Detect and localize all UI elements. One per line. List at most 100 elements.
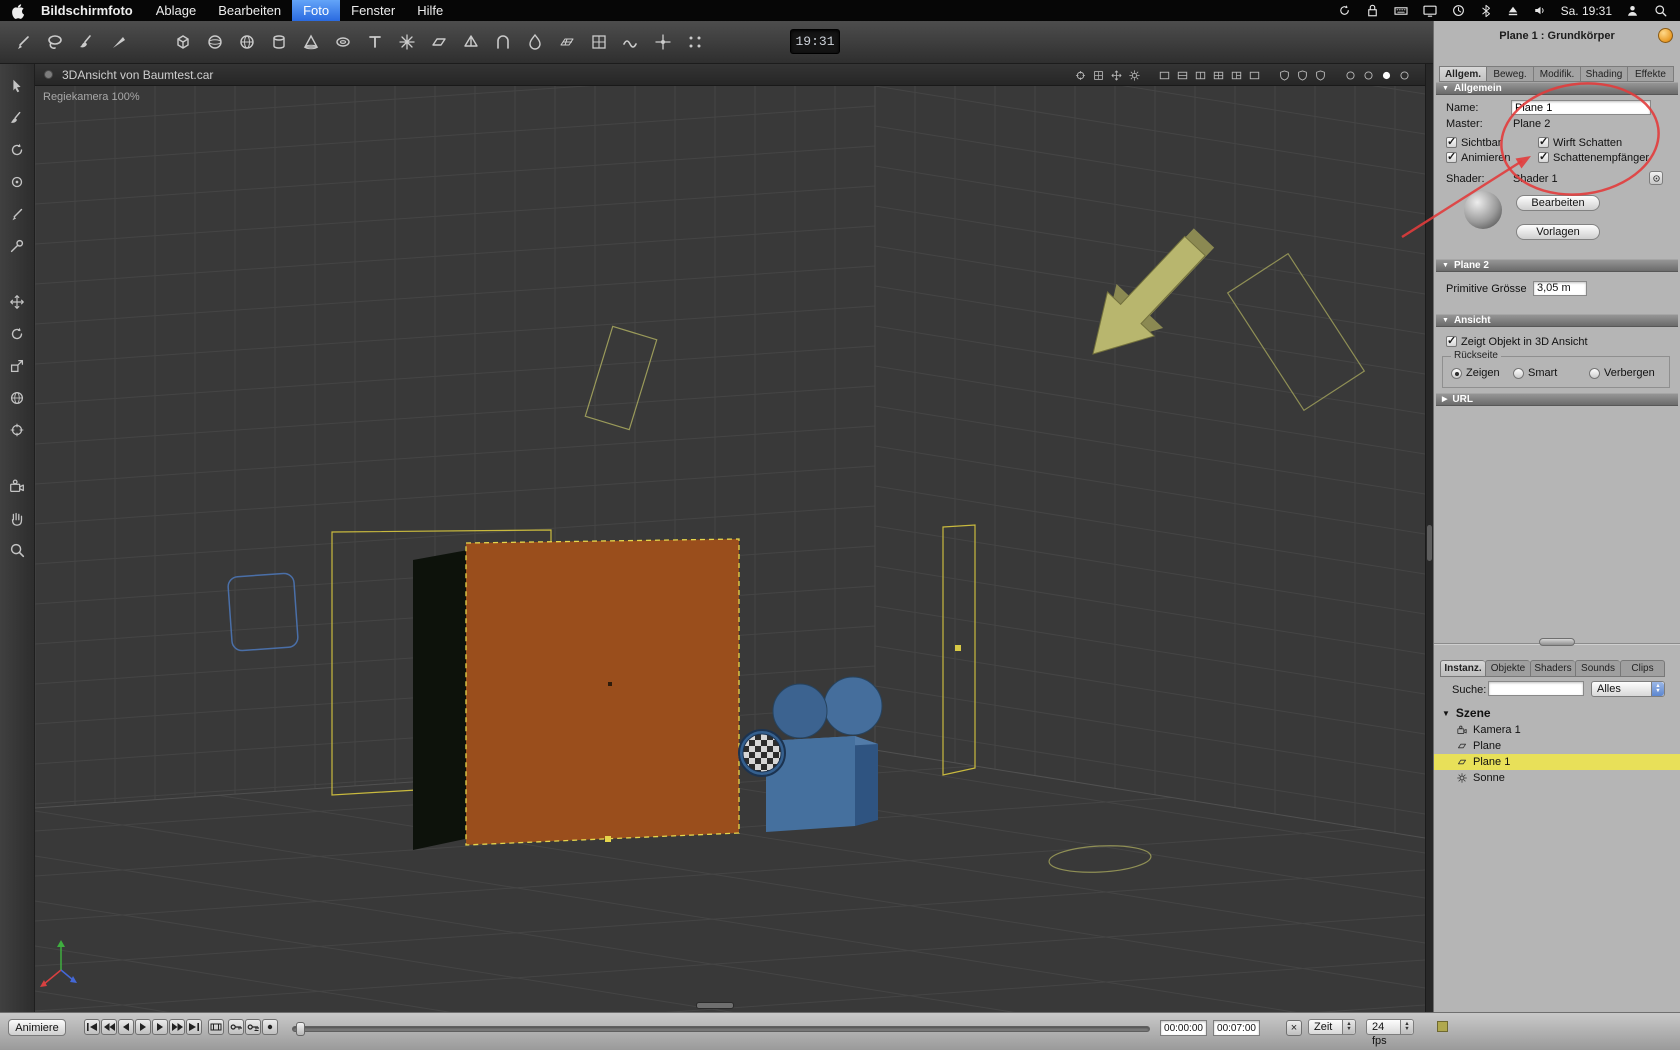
smooth-shading-icon[interactable] xyxy=(1313,68,1327,82)
panel-resize-grip[interactable] xyxy=(1539,638,1575,646)
time-mode-dropdown[interactable]: Zeit ▲ ▼ xyxy=(1308,1019,1356,1035)
camera-tool-icon[interactable] xyxy=(5,474,29,498)
section-header-url[interactable]: ▶ URL xyxy=(1436,393,1678,406)
tab-objekte[interactable]: Objekte xyxy=(1485,660,1530,677)
tab-bewegung[interactable]: Beweg. xyxy=(1486,66,1533,82)
wrench-tool-icon[interactable] xyxy=(5,234,29,258)
tab-clips[interactable]: Clips xyxy=(1620,660,1665,677)
sphere-tool-icon[interactable] xyxy=(202,29,228,55)
jump-start-button[interactable] xyxy=(84,1019,100,1035)
orange-plane-object[interactable] xyxy=(466,539,739,845)
bluetooth-icon[interactable] xyxy=(1479,4,1493,18)
grid-plane-tool-icon[interactable] xyxy=(554,29,580,55)
timeline-thumb[interactable] xyxy=(296,1022,305,1036)
render-sphere-icon[interactable] xyxy=(1379,68,1393,82)
tree-row-plane1-selected[interactable]: Plane 1 xyxy=(1434,754,1680,770)
tab-instanzen[interactable]: Instanz. xyxy=(1440,660,1485,677)
menu-ablage[interactable]: Ablage xyxy=(145,0,207,21)
bearbeiten-button[interactable]: Bearbeiten xyxy=(1516,195,1600,211)
floor-ellipse-wireframe[interactable] xyxy=(1048,843,1152,874)
horizontal-scroll-handle[interactable] xyxy=(696,1002,734,1009)
pivot-tool-icon[interactable] xyxy=(5,418,29,442)
play-button[interactable] xyxy=(135,1019,151,1035)
panel-corner-swatch[interactable] xyxy=(1437,1021,1448,1032)
add-keyframe-button[interactable] xyxy=(228,1019,244,1035)
name-field[interactable] xyxy=(1511,100,1651,115)
lasso-tool-icon[interactable] xyxy=(42,29,68,55)
sync-icon[interactable] xyxy=(1337,3,1352,18)
filter-dropdown[interactable]: Alles ▲ ▼ xyxy=(1591,681,1665,697)
disclosure-icon[interactable]: ▼ xyxy=(1442,709,1450,718)
3d-scene[interactable] xyxy=(35,86,1425,1012)
wirft-schatten-checkbox[interactable] xyxy=(1538,135,1549,148)
subdivide-tool-icon[interactable] xyxy=(586,29,612,55)
globe-mode-icon[interactable] xyxy=(5,386,29,410)
app-menu-title[interactable]: Bildschirmfoto xyxy=(37,3,137,18)
jump-end-button[interactable] xyxy=(186,1019,202,1035)
clock-icon[interactable] xyxy=(1451,3,1466,18)
antialias-icon[interactable] xyxy=(1397,68,1411,82)
olive-wireframe-small[interactable] xyxy=(584,325,658,431)
wave-tool-icon[interactable] xyxy=(618,29,644,55)
shadows-icon[interactable] xyxy=(1361,68,1375,82)
menu-fenster[interactable]: Fenster xyxy=(340,0,406,21)
rotate-view-tool-icon[interactable] xyxy=(5,138,29,162)
menu-clock[interactable]: Sa. 19:31 xyxy=(1561,4,1612,18)
close-timeline-button[interactable]: × xyxy=(1286,1020,1302,1036)
globe-tool-icon[interactable] xyxy=(234,29,260,55)
points-tool-icon[interactable] xyxy=(682,29,708,55)
cube-tool-icon[interactable] xyxy=(170,29,196,55)
layout-three-icon[interactable] xyxy=(1229,68,1243,82)
zoom-tool-icon[interactable] xyxy=(5,538,29,562)
section-header-allgemein[interactable]: ▼ Allgemein xyxy=(1436,82,1678,95)
plane-tool-icon[interactable] xyxy=(426,29,452,55)
text-tool-icon[interactable] xyxy=(362,29,388,55)
apple-menu-icon[interactable] xyxy=(12,3,25,19)
sparkle-tool-icon[interactable] xyxy=(650,29,676,55)
animate-button[interactable]: Animiere xyxy=(8,1019,66,1036)
scale-tool-icon[interactable] xyxy=(5,354,29,378)
layout-split-v-icon[interactable] xyxy=(1193,68,1207,82)
flat-shading-icon[interactable] xyxy=(1295,68,1309,82)
panel-action-button[interactable] xyxy=(1658,28,1673,43)
primitive-size-field[interactable]: 3,05 m xyxy=(1533,281,1587,296)
tree-row-kamera[interactable]: Kamera 1 xyxy=(1434,722,1680,738)
move-tool-icon[interactable] xyxy=(5,290,29,314)
schattenempfaenger-checkbox[interactable] xyxy=(1538,150,1549,163)
tab-allgemein[interactable]: Allgem. xyxy=(1439,66,1486,82)
volume-icon[interactable] xyxy=(1533,3,1548,18)
axes-icon[interactable] xyxy=(1109,68,1123,82)
layout-split-h-icon[interactable] xyxy=(1175,68,1189,82)
search-input[interactable] xyxy=(1488,681,1584,696)
window-close-button[interactable] xyxy=(44,70,53,79)
tab-effekte[interactable]: Effekte xyxy=(1627,66,1674,82)
current-time-field[interactable]: 00:00:00 xyxy=(1160,1020,1207,1036)
sichtbar-checkbox[interactable] xyxy=(1446,135,1457,148)
lights-icon[interactable] xyxy=(1127,68,1141,82)
tab-sounds[interactable]: Sounds xyxy=(1575,660,1620,677)
keyboard-icon[interactable] xyxy=(1393,3,1409,19)
layout-quad-icon[interactable] xyxy=(1211,68,1225,82)
shader-preview[interactable] xyxy=(1464,191,1502,229)
lock-icon[interactable] xyxy=(1365,3,1380,18)
display-icon[interactable] xyxy=(1422,3,1438,19)
menu-foto[interactable]: Foto xyxy=(292,0,341,21)
cylinder-tool-icon[interactable] xyxy=(266,29,292,55)
textures-icon[interactable] xyxy=(1343,68,1357,82)
tab-shading[interactable]: Shading xyxy=(1580,66,1627,82)
keyframe-options-button[interactable] xyxy=(262,1019,278,1035)
wireframe-handle[interactable] xyxy=(955,645,961,651)
zeigen-radio[interactable] xyxy=(1451,368,1462,379)
wireframe-icon[interactable] xyxy=(1277,68,1291,82)
scene-root-row[interactable]: ▼ Szene xyxy=(1434,705,1680,721)
paint-tool-icon[interactable] xyxy=(5,106,29,130)
blue-wireframe-rect[interactable] xyxy=(227,572,299,652)
vorlagen-button[interactable]: Vorlagen xyxy=(1516,224,1600,240)
torus-tool-icon[interactable] xyxy=(330,29,356,55)
pyramid-tool-icon[interactable] xyxy=(458,29,484,55)
olive-wireframe-large[interactable] xyxy=(1226,252,1366,412)
scrollbar-thumb[interactable] xyxy=(1427,525,1432,561)
smart-radio[interactable] xyxy=(1513,368,1524,379)
star-tool-icon[interactable] xyxy=(394,29,420,55)
step-back-button[interactable] xyxy=(118,1019,134,1035)
